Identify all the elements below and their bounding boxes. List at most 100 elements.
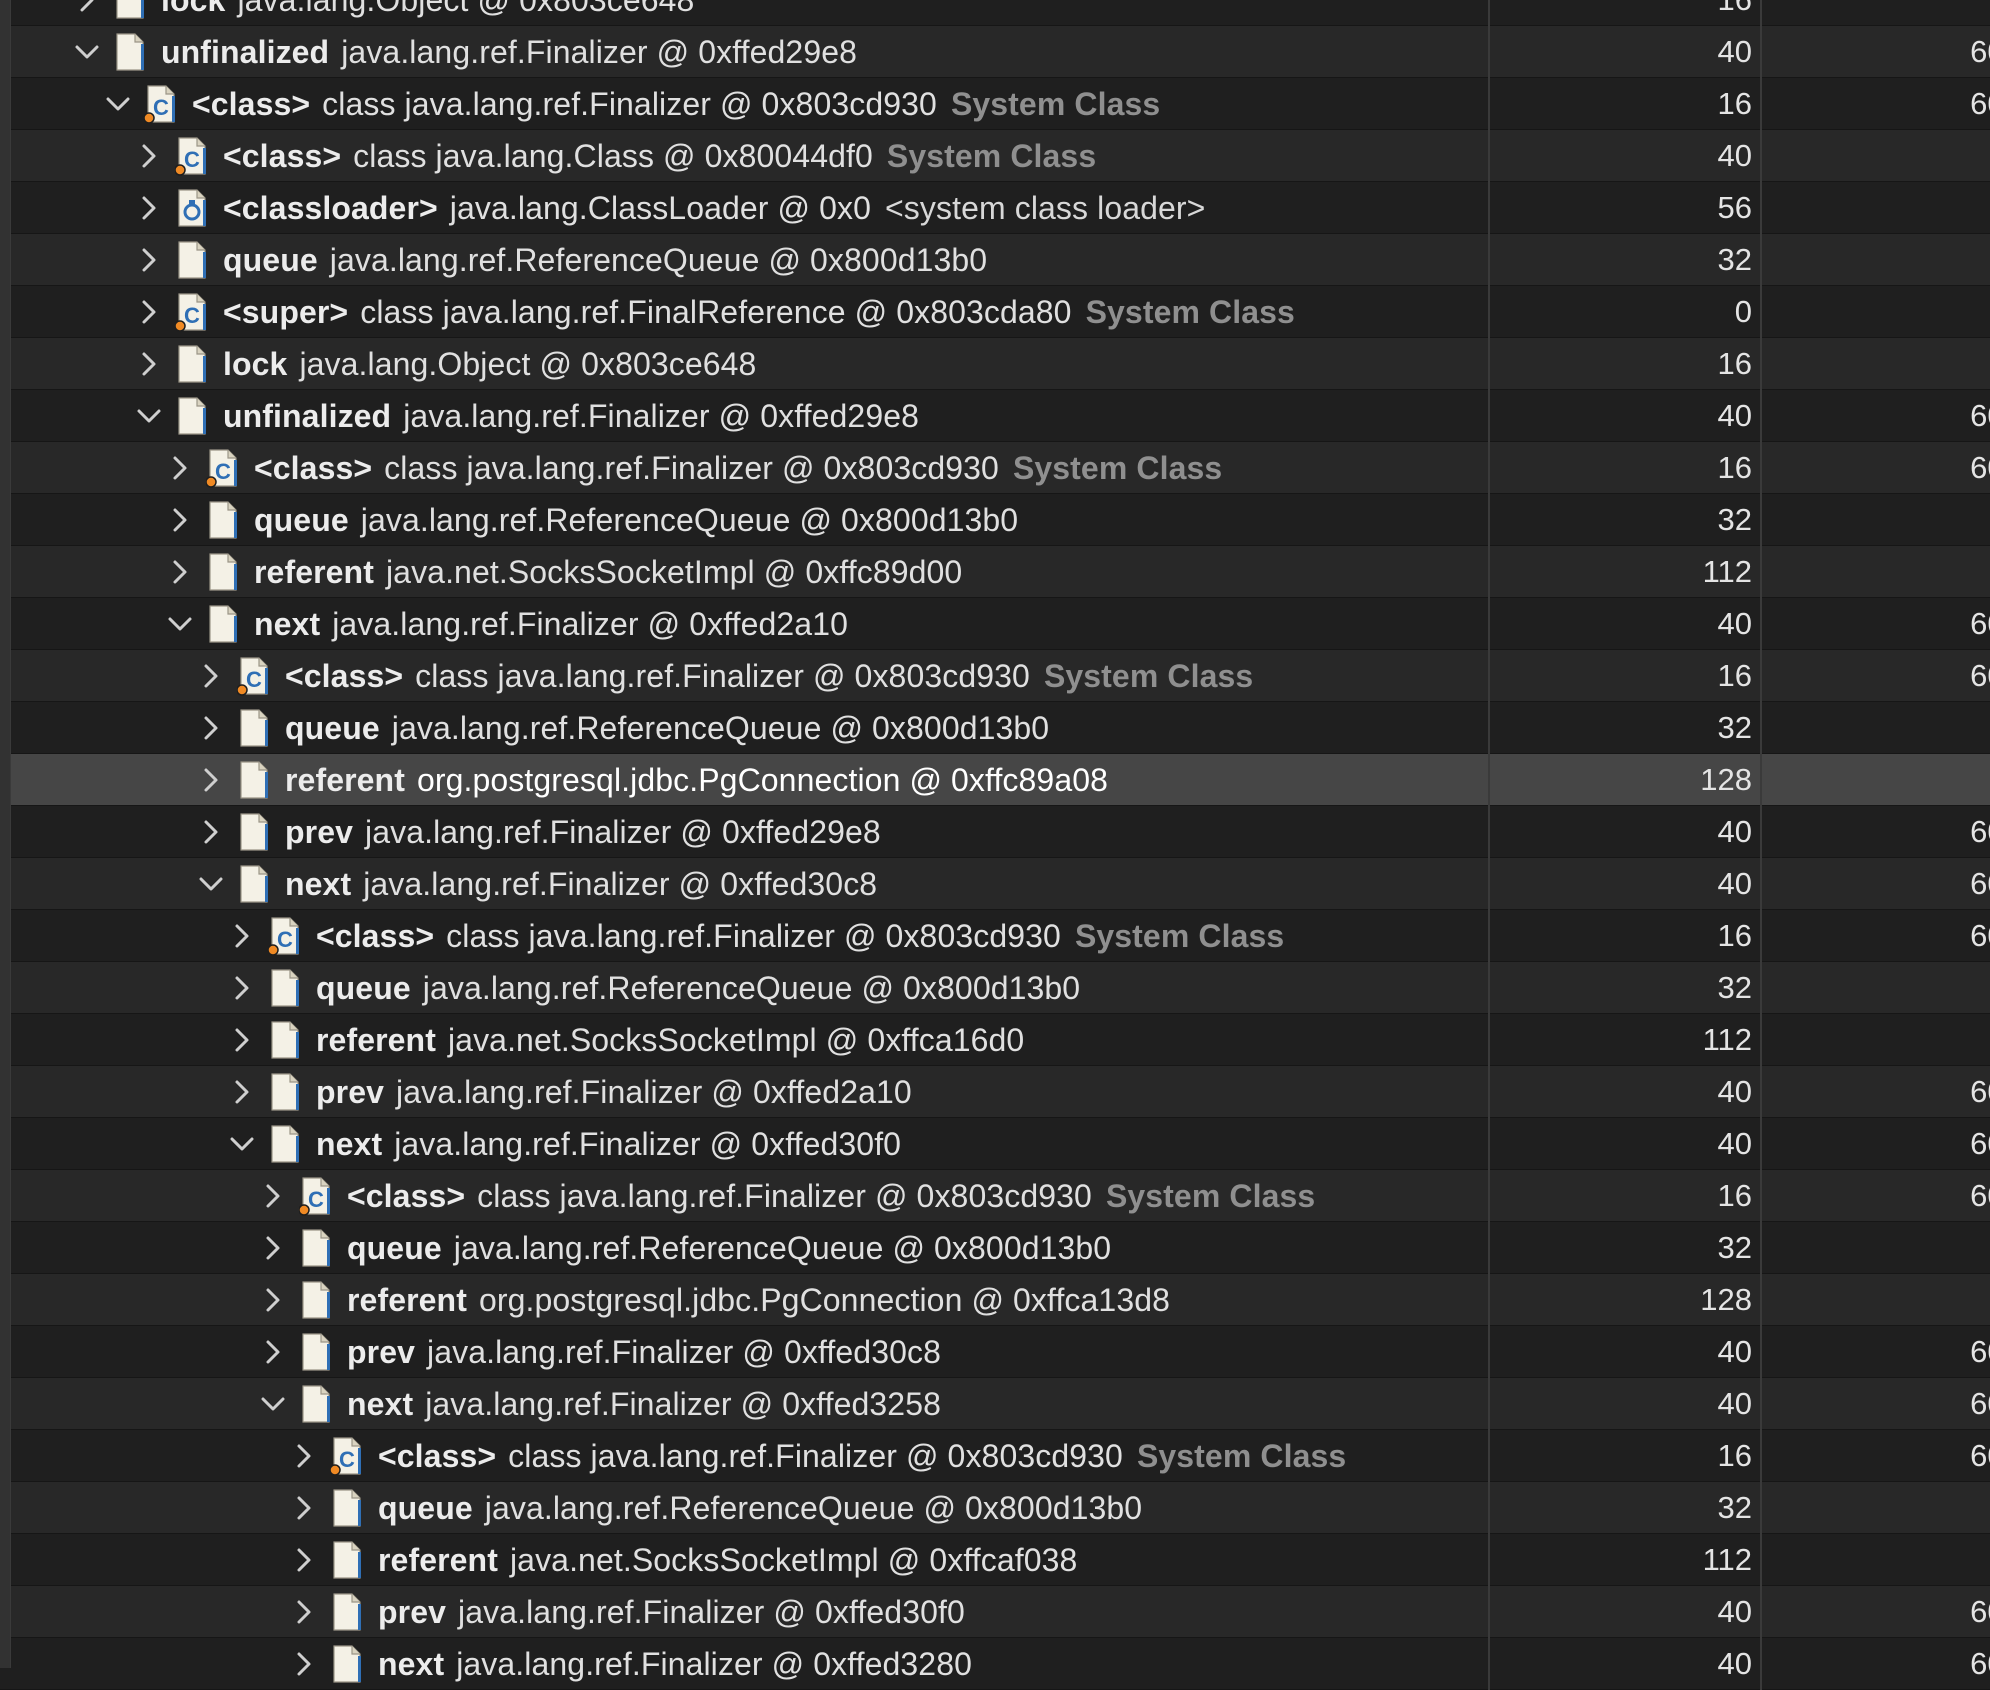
tree-row[interactable]: lock java.lang.Object @ 0x803ce648 16 (0, 338, 1990, 390)
tree-row[interactable]: C <super> class java.lang.ref.FinalReferen… (0, 286, 1990, 338)
tree-row[interactable]: unfinalized java.lang.ref.Finalizer @ 0xf… (0, 26, 1990, 78)
object-icon (268, 968, 302, 1008)
chevron-right-icon[interactable] (222, 1066, 262, 1118)
field-name: <class> (378, 1437, 497, 1474)
left-edge-gutter (0, 0, 11, 1668)
tree-row[interactable]: C <class> class java.lang.ref.Finalizer @ … (0, 78, 1990, 130)
shallow-heap-cell: 32 (1490, 962, 1762, 1014)
chevron-right-icon[interactable] (129, 286, 169, 338)
chevron-right-icon[interactable] (253, 1274, 293, 1326)
retained-heap-value: 608,661,3 (1970, 606, 1990, 641)
tree-row[interactable]: next java.lang.ref.Finalizer @ 0xffed2a10… (0, 598, 1990, 650)
object-name-cell: C <super> class java.lang.ref.FinalReferen… (10, 286, 1490, 338)
chevron-right-icon[interactable] (284, 1430, 324, 1482)
tree-row[interactable]: prev java.lang.ref.Finalizer @ 0xffed30f0… (0, 1586, 1990, 1638)
tree-row[interactable]: referent org.postgresql.jdbc.PgConnection… (0, 1274, 1990, 1326)
chevron-right-icon[interactable] (284, 1482, 324, 1534)
chevron-down-icon[interactable] (129, 390, 169, 442)
chevron-down-icon[interactable] (253, 1378, 293, 1430)
chevron-right-icon[interactable] (129, 130, 169, 182)
chevron-right-icon[interactable] (222, 962, 262, 1014)
tree-row[interactable]: queue java.lang.ref.ReferenceQueue @ 0x80… (0, 962, 1990, 1014)
chevron-right-icon[interactable] (284, 1638, 324, 1690)
chevron-right-icon[interactable] (191, 806, 231, 858)
retained-heap-value: 608,661,4 (1970, 450, 1990, 485)
object-name-content: next java.lang.ref.Finalizer @ 0xffed30f0 (222, 1118, 901, 1170)
chevron-down-icon[interactable] (160, 598, 200, 650)
chevron-down-icon[interactable] (98, 78, 138, 130)
chevron-right-icon[interactable] (191, 754, 231, 806)
shallow-heap-cell: 40 (1490, 1066, 1762, 1118)
chevron-right-icon[interactable] (129, 182, 169, 234)
chevron-right-icon[interactable] (222, 1014, 262, 1066)
tree-row[interactable]: queue java.lang.ref.ReferenceQueue @ 0x80… (0, 1482, 1990, 1534)
object-type-address: class java.lang.ref.Finalizer @ 0x803cd9… (415, 657, 1030, 694)
tree-row[interactable]: next java.lang.ref.Finalizer @ 0xffed30c8… (0, 858, 1990, 910)
object-name-cell: next java.lang.ref.Finalizer @ 0xffed30f0 (10, 1118, 1490, 1170)
tree-row[interactable]: C <class> class java.lang.ref.Finalizer @ … (0, 1430, 1990, 1482)
chevron-right-icon[interactable] (129, 338, 169, 390)
object-icon (330, 1540, 364, 1580)
chevron-right-icon[interactable] (253, 1222, 293, 1274)
tree-row[interactable]: queue java.lang.ref.ReferenceQueue @ 0x80… (0, 1222, 1990, 1274)
chevron-down-icon[interactable] (67, 26, 107, 78)
object-name-content: referent org.postgresql.jdbc.PgConnection… (253, 1274, 1170, 1326)
tree-row[interactable]: next java.lang.ref.Finalizer @ 0xffed3280… (0, 1638, 1990, 1690)
chevron-down-icon[interactable] (222, 1118, 262, 1170)
tree-row[interactable]: referent java.net.SocksSocketImpl @ 0xffc… (0, 546, 1990, 598)
tree-row[interactable]: C <class> class java.lang.ref.Finalizer @ … (0, 650, 1990, 702)
tree-row[interactable]: unfinalized java.lang.ref.Finalizer @ 0xf… (0, 390, 1990, 442)
object-name-content: referent java.net.SocksSocketImpl @ 0xffc… (222, 1014, 1024, 1066)
object-type-address: java.lang.ref.Finalizer @ 0xffed30c8 (427, 1333, 941, 1370)
tree-row[interactable]: queue java.lang.ref.ReferenceQueue @ 0x80… (0, 702, 1990, 754)
shallow-heap-cell: 40 (1490, 130, 1762, 182)
tree-row[interactable]: C <class> class java.lang.ref.Finalizer @ … (0, 1170, 1990, 1222)
shallow-heap-cell: 128 (1490, 754, 1762, 806)
object-name-cell: C <class> class java.lang.ref.Finalizer @ … (10, 910, 1490, 962)
tree-row[interactable]: lock java.lang.Object @ 0x803ce648 16 (0, 0, 1990, 26)
object-label: queue java.lang.ref.ReferenceQueue @ 0x80… (285, 710, 1049, 747)
chevron-right-icon[interactable] (129, 234, 169, 286)
svg-text:C: C (339, 1447, 355, 1472)
tree-row[interactable]: referent java.net.SocksSocketImpl @ 0xffc… (0, 1534, 1990, 1586)
chevron-right-icon[interactable] (222, 910, 262, 962)
object-icon (330, 1592, 364, 1632)
tree-row[interactable]: prev java.lang.ref.Finalizer @ 0xffed2a10… (0, 1066, 1990, 1118)
shallow-heap-cell: 112 (1490, 546, 1762, 598)
chevron-right-icon[interactable] (284, 1534, 324, 1586)
tree-row-selected[interactable]: referent org.postgresql.jdbc.PgConnection… (0, 754, 1990, 806)
field-name: queue (378, 1489, 473, 1526)
object-name-content: queue java.lang.ref.ReferenceQueue @ 0x80… (129, 234, 987, 286)
tree-row[interactable]: C <class> class java.lang.ref.Finalizer @ … (0, 910, 1990, 962)
tree-row[interactable]: <classloader> java.lang.ClassLoader @ 0x0… (0, 182, 1990, 234)
chevron-right-icon[interactable] (191, 702, 231, 754)
retained-heap-cell (1764, 962, 1990, 1014)
chevron-right-icon[interactable] (160, 546, 200, 598)
retained-heap-cell (1764, 338, 1990, 390)
tree-row[interactable]: referent java.net.SocksSocketImpl @ 0xffc… (0, 1014, 1990, 1066)
object-name-cell: C <class> class java.lang.ref.Finalizer @ … (10, 78, 1490, 130)
chevron-right-icon[interactable] (253, 1170, 293, 1222)
tree-row[interactable]: C <class> class java.lang.Class @ 0x80044d… (0, 130, 1990, 182)
chevron-right-icon[interactable] (67, 0, 107, 26)
tree-row[interactable]: next java.lang.ref.Finalizer @ 0xffed30f0… (0, 1118, 1990, 1170)
tree-row[interactable]: queue java.lang.ref.ReferenceQueue @ 0x80… (0, 494, 1990, 546)
tree-row[interactable]: prev java.lang.ref.Finalizer @ 0xffed29e8… (0, 806, 1990, 858)
chevron-down-icon[interactable] (191, 858, 231, 910)
field-name: referent (285, 761, 405, 798)
object-label: <class> class java.lang.ref.Finalizer @ 0… (316, 918, 1284, 955)
chevron-right-icon[interactable] (253, 1326, 293, 1378)
chevron-right-icon[interactable] (160, 442, 200, 494)
tree-row[interactable]: next java.lang.ref.Finalizer @ 0xffed3258… (0, 1378, 1990, 1430)
tree-row[interactable]: prev java.lang.ref.Finalizer @ 0xffed30c8… (0, 1326, 1990, 1378)
object-type-address: java.lang.ref.Finalizer @ 0xffed30f0 (458, 1593, 965, 1630)
heap-object-tree[interactable]: lock java.lang.Object @ 0x803ce648 16 unfin… (0, 0, 1990, 1690)
svg-text:C: C (215, 459, 231, 484)
chevron-right-icon[interactable] (284, 1586, 324, 1638)
chevron-right-icon[interactable] (191, 650, 231, 702)
tree-row[interactable]: queue java.lang.ref.ReferenceQueue @ 0x80… (0, 234, 1990, 286)
tree-row[interactable]: C <class> class java.lang.ref.Finalizer @ … (0, 442, 1990, 494)
object-icon (268, 1072, 302, 1112)
chevron-right-icon[interactable] (160, 494, 200, 546)
field-name: next (378, 1645, 445, 1682)
